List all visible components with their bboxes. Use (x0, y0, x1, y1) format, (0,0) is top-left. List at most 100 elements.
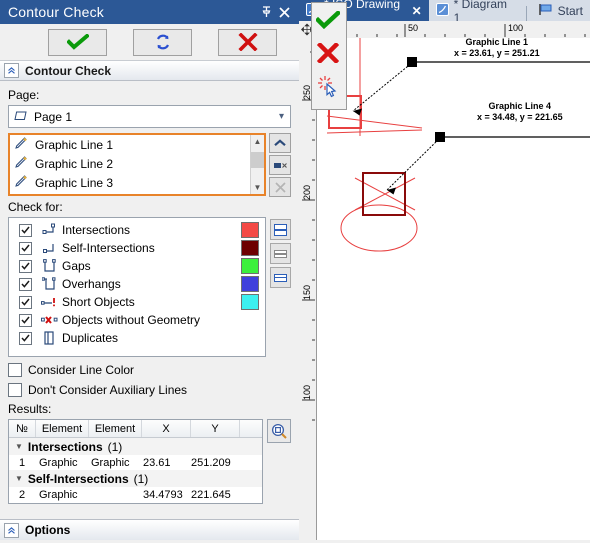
checkbox[interactable] (19, 331, 32, 345)
checkbox[interactable] (19, 277, 32, 291)
tab-start[interactable]: Start (531, 0, 590, 21)
contour-check-group-header[interactable]: Contour Check (0, 60, 299, 81)
annotation-line: Graphic Line 4 (488, 101, 552, 111)
drawing-canvas[interactable]: Graphic Line 3 Graphic Line 1 x = 23.61,… (317, 38, 590, 540)
pin-icon[interactable] (257, 3, 275, 21)
tab-close-icon[interactable]: ✕ (412, 4, 422, 18)
list-item[interactable]: Graphic Line 3 (10, 173, 264, 192)
scroll-down-icon[interactable]: ▼ (251, 181, 264, 194)
checkbox[interactable] (8, 383, 22, 397)
check-row-self-intersections[interactable]: Self-Intersections (9, 239, 265, 257)
checkbox[interactable] (19, 295, 32, 309)
cell-y: 251.209 (191, 456, 231, 469)
pick-element-button[interactable] (269, 133, 291, 153)
duplicate-icon (40, 331, 58, 345)
gap-icon (40, 259, 58, 273)
expand-triangle-icon[interactable]: ▼ (15, 442, 23, 451)
results-table[interactable]: № Element Element X Y ▼ Intersections (1… (8, 419, 263, 504)
column-header-element-1: Element (36, 420, 89, 437)
refresh-button[interactable] (133, 28, 192, 56)
svg-text:100: 100 (508, 23, 523, 33)
check-row-gaps[interactable]: Gaps (9, 257, 265, 275)
close-icon[interactable] (275, 3, 293, 21)
abort-button[interactable] (312, 36, 344, 69)
option-consider-line-color[interactable]: Consider Line Color (8, 363, 291, 377)
delete-all-button[interactable] (269, 177, 291, 197)
view-detail-button[interactable] (270, 267, 291, 288)
panel-toolbar (0, 24, 299, 60)
apply-button[interactable] (48, 28, 107, 56)
chevron-down-icon[interactable]: ▾ (279, 111, 288, 122)
remove-element-button[interactable] (269, 155, 291, 175)
vertical-ruler[interactable]: 250 200 150 100 (299, 38, 317, 540)
check-row-duplicates[interactable]: Duplicates (9, 329, 265, 347)
group-header-label: Contour Check (25, 63, 112, 78)
table-row[interactable]: 1 Graphic Graphic 23.61 251.209 (9, 455, 262, 470)
element-listbox[interactable]: Graphic Line 1 Graphic Line 2 Graphic Li… (8, 133, 266, 196)
checkbox[interactable] (19, 241, 32, 255)
check-row-short-objects[interactable]: Short Objects (9, 293, 265, 311)
checkbox[interactable] (19, 259, 32, 273)
cell-no: 1 (18, 456, 26, 469)
confirm-button[interactable] (312, 3, 344, 36)
cancel-button[interactable] (218, 28, 277, 56)
table-row[interactable]: 2 Graphic 34.4793 221.645 (9, 487, 262, 502)
results-group-header[interactable]: ▼ Intersections (1) (9, 438, 262, 455)
scroll-up-icon[interactable]: ▲ (251, 135, 264, 148)
group-title: Self-Intersections (27, 471, 129, 486)
drawing-document-area: * ISO Drawing 1 ✕ * Diagram 1 Start (299, 0, 590, 540)
check-row-objects-without-geometry[interactable]: Objects without Geometry (9, 311, 265, 329)
expand-triangle-icon[interactable]: ▼ (15, 474, 23, 483)
check-label: Objects without Geometry (62, 313, 201, 327)
collapse-chevron-icon[interactable] (4, 63, 19, 78)
svg-text:50: 50 (408, 23, 418, 33)
no-geometry-icon (40, 314, 58, 326)
page-dropdown[interactable]: Page 1 ▾ (8, 105, 291, 128)
list-item[interactable]: Graphic Line 2 (10, 154, 264, 173)
checkbox[interactable] (19, 223, 32, 237)
color-swatch-self-intersections[interactable] (241, 240, 259, 256)
list-item[interactable]: Graphic Line 4 (10, 192, 264, 197)
checkbox[interactable] (19, 313, 32, 327)
list-item[interactable]: Graphic Line 1 (10, 135, 264, 154)
intersection-icon (40, 223, 58, 237)
page-icon (14, 110, 28, 124)
svg-text:200: 200 (302, 185, 312, 200)
check-label: Duplicates (62, 331, 119, 345)
list-item-label: Graphic Line 4 (35, 195, 113, 197)
panel-titlebar: Contour Check (0, 0, 299, 24)
results-area: № Element Element X Y ▼ Intersections (1… (8, 419, 291, 504)
page-label: Page: (8, 88, 40, 102)
color-swatch-overhangs[interactable] (241, 276, 259, 292)
option-dont-consider-auxiliary-lines[interactable]: Don't Consider Auxiliary Lines (8, 383, 291, 397)
zoom-to-result-button[interactable] (267, 419, 291, 443)
checkbox[interactable] (8, 363, 22, 377)
self-intersection-icon (40, 241, 58, 255)
results-group-header[interactable]: ▼ Self-Intersections (1) (9, 470, 262, 487)
options-label: Options (25, 523, 71, 537)
list-item-label: Graphic Line 3 (35, 175, 114, 190)
column-header-y: Y (191, 420, 240, 437)
check-row-intersections[interactable]: Intersections (9, 221, 265, 239)
snap-cursor-button[interactable] (312, 69, 344, 102)
collapse-chevron-icon[interactable] (4, 522, 19, 538)
check-label: Self-Intersections (62, 241, 155, 255)
color-swatch-intersections[interactable] (241, 222, 259, 238)
listbox-scrollbar[interactable]: ▲ ▼ (250, 135, 264, 194)
tab-separator (525, 6, 527, 21)
view-list-button[interactable] (270, 243, 291, 264)
color-swatch-gaps[interactable] (241, 258, 259, 274)
view-split-horizontal-button[interactable] (270, 219, 291, 240)
tab-diagram-1[interactable]: * Diagram 1 (429, 0, 522, 25)
color-swatch-short-objects[interactable] (241, 294, 259, 310)
results-table-header: № Element Element X Y (9, 420, 262, 438)
options-group-header[interactable]: Options (0, 519, 303, 540)
column-header-extra (240, 420, 262, 437)
cell-x: 34.4793 (143, 488, 183, 501)
tab-label: Start (557, 3, 583, 18)
check-row-overhangs[interactable]: Overhangs (9, 275, 265, 293)
view-buttons (270, 217, 291, 357)
scrollbar-thumb[interactable] (251, 152, 264, 168)
list-item-label: Graphic Line 2 (35, 156, 114, 171)
annotation-line: Graphic Line 1 (465, 38, 529, 47)
